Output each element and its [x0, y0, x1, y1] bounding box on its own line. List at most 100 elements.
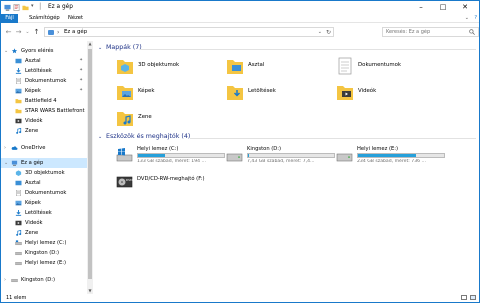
pin-icon[interactable]: ✦ — [79, 56, 83, 66]
recent-locations-icon[interactable]: ⌄ — [23, 27, 32, 37]
download-icon — [15, 68, 22, 74]
sidebar-label: OneDrive — [21, 145, 46, 151]
sidebar-item-pc-music[interactable]: Zene — [1, 228, 87, 238]
maximize-button[interactable]: □ — [435, 1, 451, 13]
3d-objects-folder-icon — [117, 60, 133, 74]
breadcrumb-separator: › — [57, 29, 60, 36]
scroll-up-icon[interactable]: ▲ — [87, 41, 93, 47]
title-bar: ▾ | Ez a gép – □ ✕ — [1, 1, 479, 14]
documents-folder-icon — [338, 57, 352, 75]
desktop-icon — [15, 58, 22, 64]
back-button[interactable]: ← — [4, 27, 13, 37]
pictures-icon — [15, 88, 22, 94]
expand-icon[interactable]: ⌄ — [4, 46, 8, 56]
folder-label: Képek — [138, 88, 155, 94]
sidebar-item-local-disk-e[interactable]: Helyi lemez (E:) — [1, 258, 87, 268]
sidebar-label: Battlefield 4 — [25, 98, 57, 104]
folder-pictures[interactable]: Képek — [116, 83, 226, 105]
minimize-button[interactable]: – — [413, 1, 429, 13]
sidebar-label: Gyors elérés — [21, 48, 54, 54]
folder-downloads[interactable]: Letöltések — [226, 83, 336, 105]
sidebar-item-pc-documents[interactable]: Dokumentumok — [1, 188, 87, 198]
drive-local-disk-c[interactable]: Helyi lemez (C:) 133 GB szabad, méret: 1… — [116, 146, 226, 168]
sidebar-item-videos[interactable]: Videók — [1, 116, 87, 126]
sidebar-item-this-pc[interactable]: ⌄ Ez a gép — [1, 158, 87, 168]
sidebar-item-kingston-root[interactable]: › Kingston (D:) — [1, 275, 87, 285]
qat-dropdown-icon[interactable]: ▾ — [31, 3, 34, 9]
window-title: Ez a gép — [48, 4, 73, 10]
properties-icon[interactable] — [13, 4, 20, 11]
sidebar-item-quick-access[interactable]: ⌄ Gyors elérés — [1, 46, 87, 56]
sidebar-scrollbar[interactable]: ▲ ▼ — [87, 41, 93, 294]
sidebar-item-pc-downloads[interactable]: Letöltések — [1, 208, 87, 218]
pin-icon[interactable]: ✦ — [79, 66, 83, 76]
sidebar-item-desktop[interactable]: Asztal ✦ — [1, 56, 87, 66]
folder-documents[interactable]: Dokumentumok — [336, 57, 446, 79]
scrollbar-thumb[interactable] — [88, 49, 92, 279]
large-icons-view-icon[interactable] — [470, 295, 476, 300]
sidebar-label: Zene — [25, 128, 39, 134]
folders-group-header[interactable]: ⌄ Mappák (7) — [98, 44, 142, 53]
devices-group-header[interactable]: ⌄ Eszközök és meghajtók (4) — [98, 133, 190, 142]
search-box[interactable] — [382, 27, 479, 37]
folder-music[interactable]: Zene — [116, 109, 226, 131]
navigation-pane: ⌄ Gyors elérés Asztal ✦ Letöltések ✦ Dok… — [1, 41, 93, 294]
sidebar-item-3d-objects[interactable]: 3D objektumok — [1, 168, 87, 178]
expand-icon[interactable]: › — [4, 275, 6, 285]
sidebar-label: Ez a gép — [21, 160, 44, 166]
close-button[interactable]: ✕ — [457, 1, 473, 13]
tab-view[interactable]: Nézet — [64, 14, 87, 23]
drive-dvd-f[interactable]: DVD DVD/CD-RW-meghajtó (F:) — [116, 172, 226, 194]
usage-fill — [138, 154, 165, 157]
tab-file[interactable]: Fájl — [1, 14, 18, 23]
expand-icon[interactable]: ⌄ — [4, 158, 8, 168]
address-dropdown-icon[interactable]: ⌄ — [318, 28, 322, 37]
forward-button[interactable]: → — [14, 27, 23, 37]
usage-fill — [358, 154, 417, 157]
hard-drive-icon — [15, 240, 22, 246]
pin-icon[interactable]: ✦ — [79, 76, 83, 86]
sidebar-item-pc-desktop[interactable]: Asztal — [1, 178, 87, 188]
sidebar-item-star-wars-battlefront[interactable]: STAR WARS Battlefront — [1, 106, 87, 116]
expand-icon[interactable]: › — [4, 143, 6, 153]
usb-drive-icon — [15, 252, 22, 256]
drive-kingston-d[interactable]: Kingston (D:) 7,43 GB szabad, méret: 7,4… — [226, 146, 336, 168]
sidebar-item-onedrive[interactable]: › OneDrive — [1, 143, 87, 153]
sidebar-item-kingston-d[interactable]: Kingston (D:) — [1, 248, 87, 258]
folder-label: Dokumentumok — [358, 62, 402, 68]
sidebar-item-battlefield4[interactable]: Battlefield 4 — [1, 96, 87, 106]
folder-icon — [15, 99, 22, 104]
new-folder-icon[interactable] — [22, 4, 29, 11]
expand-ribbon-icon[interactable]: ⌄ — [465, 15, 469, 21]
folder-label: 3D objektumok — [138, 62, 180, 68]
usage-bar — [137, 153, 225, 158]
collapse-icon[interactable]: ⌄ — [98, 45, 106, 51]
address-row: ← → ⌄ ↑ › Ez a gép ⌄ ↻ — [1, 24, 479, 40]
folder-desktop[interactable]: Asztal — [226, 57, 336, 79]
pin-icon[interactable]: ✦ — [79, 86, 83, 96]
details-view-icon[interactable] — [461, 295, 467, 300]
sidebar-item-documents[interactable]: Dokumentumok ✦ — [1, 76, 87, 86]
usb-drive-icon — [226, 153, 243, 162]
videos-icon — [15, 220, 22, 226]
sidebar-item-music[interactable]: Zene — [1, 126, 87, 136]
sidebar-item-downloads[interactable]: Letöltések ✦ — [1, 66, 87, 76]
collapse-icon[interactable]: ⌄ — [98, 134, 106, 140]
folder-3d-objects[interactable]: 3D objektumok — [116, 57, 226, 79]
refresh-icon[interactable]: ↻ — [326, 28, 331, 37]
search-input[interactable] — [383, 28, 467, 36]
breadcrumb-this-pc[interactable]: Ez a gép — [64, 28, 87, 37]
folder-videos[interactable]: Videók — [336, 83, 446, 105]
address-bar[interactable]: › Ez a gép ⌄ ↻ — [44, 27, 334, 37]
drive-local-disk-e[interactable]: Helyi lemez (E:) 234 GB szabad, méret: 7… — [336, 146, 446, 168]
sidebar-item-pictures[interactable]: Képek ✦ — [1, 86, 87, 96]
up-button[interactable]: ↑ — [32, 27, 41, 37]
sidebar-item-pc-pictures[interactable]: Képek — [1, 198, 87, 208]
sidebar-item-local-disk-c[interactable]: Helyi lemez (C:) — [1, 238, 87, 248]
videos-folder-icon — [337, 86, 353, 100]
drive-name: DVD/CD-RW-meghajtó (F:) — [137, 176, 205, 182]
sidebar-item-pc-videos[interactable]: Videók — [1, 218, 87, 228]
help-icon[interactable]: ? — [474, 15, 477, 21]
tab-computer[interactable]: Számítógép — [25, 14, 64, 23]
music-icon — [16, 230, 22, 236]
